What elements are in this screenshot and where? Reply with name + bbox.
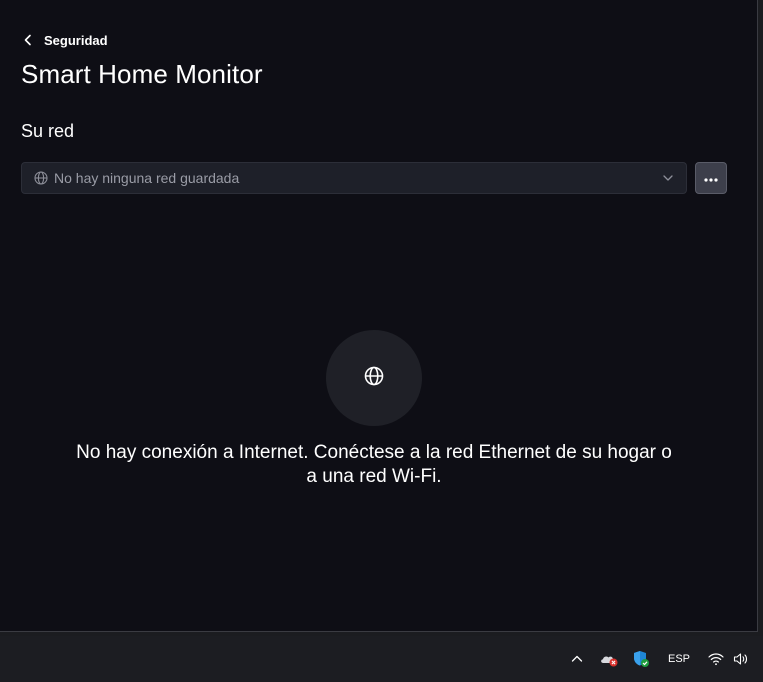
network-select[interactable]: No hay ninguna red guardada bbox=[21, 162, 687, 194]
back-label: Seguridad bbox=[44, 32, 108, 48]
network-select-value: No hay ninguna red guardada bbox=[54, 170, 240, 186]
chevron-down-icon bbox=[662, 172, 674, 184]
onedrive-error-icon bbox=[599, 651, 619, 667]
globe-icon bbox=[364, 366, 384, 391]
volume-tray-button[interactable] bbox=[731, 636, 751, 682]
network-tray-button[interactable] bbox=[706, 636, 726, 682]
show-hidden-icons-button[interactable] bbox=[566, 636, 588, 682]
empty-state-message: No hay conexión a Internet. Conéctese a … bbox=[76, 442, 672, 487]
page-title: Smart Home Monitor bbox=[21, 59, 263, 89]
taskbar: ESP bbox=[0, 636, 763, 682]
security-tray-button[interactable] bbox=[630, 636, 652, 682]
wifi-icon bbox=[708, 652, 724, 666]
onedrive-tray-button[interactable] bbox=[598, 636, 620, 682]
language-label: ESP bbox=[667, 653, 690, 665]
chevron-left-icon bbox=[22, 34, 34, 46]
globe-icon bbox=[34, 171, 48, 185]
app-window: Seguridad Smart Home Monitor Su red No h… bbox=[0, 0, 758, 632]
back-button[interactable]: Seguridad bbox=[22, 30, 108, 50]
section-title: Su red bbox=[21, 121, 75, 141]
language-indicator[interactable]: ESP bbox=[664, 636, 694, 682]
security-shield-icon bbox=[632, 650, 650, 668]
chevron-up-icon bbox=[571, 653, 583, 665]
more-icon bbox=[704, 169, 718, 187]
volume-icon bbox=[733, 652, 749, 666]
more-options-button[interactable] bbox=[695, 162, 727, 194]
empty-state-icon-circle bbox=[326, 330, 422, 426]
